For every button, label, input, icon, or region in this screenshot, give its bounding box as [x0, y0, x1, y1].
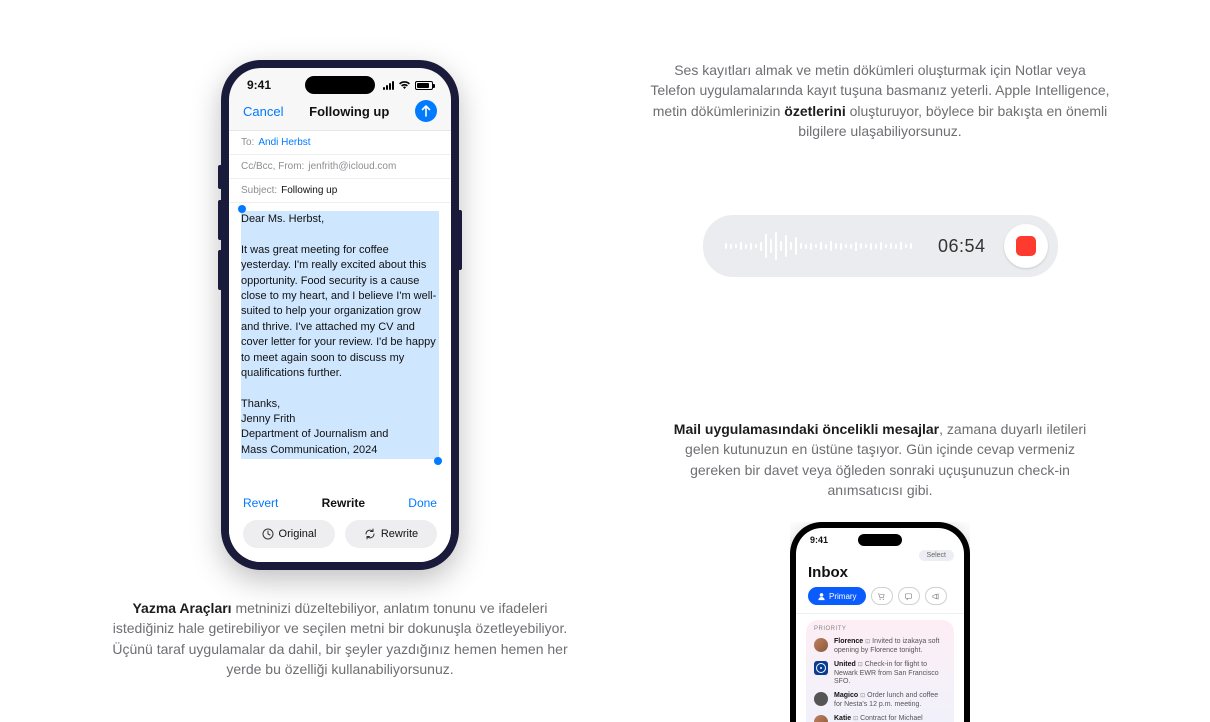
cancel-button[interactable]: Cancel — [243, 104, 283, 119]
rewrite-chip[interactable]: Rewrite — [345, 520, 437, 548]
phone-mockup-inbox-clip: 9:41 Select Inbox Primary PRIORITY — [790, 522, 970, 722]
body-main: It was great meeting for coffee yesterda… — [241, 244, 436, 379]
message-from: United — [834, 661, 856, 668]
dynamic-island — [305, 76, 375, 94]
stop-record-button[interactable] — [1004, 224, 1048, 268]
body-signoff: Thanks, Jenny Frith Department of Journa… — [241, 398, 388, 456]
clock-icon — [262, 528, 274, 540]
phone-mockup-inbox: 9:41 Select Inbox Primary PRIORITY — [790, 522, 970, 722]
body-greeting: Dear Ms. Herbst, — [241, 213, 324, 225]
avatar — [814, 715, 828, 722]
status-icons — [383, 80, 433, 90]
priority-message[interactable]: Florence ⊡ Invited to izakaya soft openi… — [814, 635, 946, 658]
filter-news[interactable] — [898, 587, 920, 605]
selection-handle-end[interactable] — [434, 457, 442, 465]
signal-icon — [383, 81, 394, 90]
priority-label: PRIORITY — [814, 626, 946, 632]
to-field[interactable]: To: Andi Herbst — [229, 131, 451, 155]
caption-recordings-bold: özetlerini — [784, 103, 845, 119]
priority-message[interactable]: Katie ⊡ Contract for Michael Robinson's … — [814, 712, 946, 722]
to-label: To: — [241, 137, 254, 148]
caption-recordings: Ses kayıtları almak ve metin dökümleri o… — [650, 60, 1110, 141]
message-body: Magico ⊡ Order lunch and coffee for Nest… — [834, 692, 946, 709]
recorder-widget: 06:54 — [703, 215, 1058, 277]
message-body: Katie ⊡ Contract for Michael Robinson's … — [834, 715, 946, 722]
message-body[interactable]: Dear Ms. Herbst, It was great meeting fo… — [229, 203, 451, 486]
status-time: 9:41 — [247, 78, 271, 92]
caption-writing-tools-bold: Yazma Araçları — [132, 600, 231, 616]
filter-primary[interactable]: Primary — [808, 587, 866, 605]
select-button[interactable]: Select — [919, 550, 954, 561]
stop-icon — [1016, 236, 1036, 256]
cc-label: Cc/Bcc, From: — [241, 161, 304, 172]
caption-writing-tools: Yazma Araçları metninizi düzeltebiliyor,… — [110, 598, 570, 679]
rewrite-toolbar: Revert Rewrite Done — [229, 486, 451, 520]
cc-value: jenfrith@icloud.com — [308, 161, 396, 172]
filter-cart[interactable] — [871, 587, 893, 605]
phone-mockup-mail: 9:41 Cancel Following up To: Andi Herbst — [221, 60, 459, 570]
megaphone-icon — [931, 592, 940, 601]
person-icon — [817, 592, 826, 601]
priority-card: PRIORITY Florence ⊡ Invited to izakaya s… — [806, 620, 954, 722]
original-chip[interactable]: Original — [243, 520, 335, 548]
compose-nav: Cancel Following up — [229, 94, 451, 131]
cc-field[interactable]: Cc/Bcc, From: jenfrith@icloud.com — [229, 155, 451, 179]
subject-field[interactable]: Subject: Following up — [229, 179, 451, 203]
battery-icon — [415, 81, 433, 90]
waveform — [725, 231, 920, 261]
rewrite-label: Rewrite — [381, 528, 418, 540]
message-from: Magico — [834, 692, 858, 699]
chat-icon — [904, 592, 913, 601]
avatar — [814, 692, 828, 706]
phone-screen: 9:41 Cancel Following up To: Andi Herbst — [229, 68, 451, 562]
to-value: Andi Herbst — [258, 137, 310, 148]
avatar — [814, 638, 828, 652]
compose-title: Following up — [309, 104, 389, 119]
done-button[interactable]: Done — [408, 496, 437, 510]
inbox-screen: 9:41 Select Inbox Primary PRIORITY — [796, 528, 964, 722]
rewrite-title: Rewrite — [322, 496, 365, 510]
message-from: Katie — [834, 715, 851, 722]
inbox-filters: Primary — [796, 587, 964, 611]
message-body: United ⊡ Check-in for flight to Newark E… — [834, 661, 946, 686]
left-column: 9:41 Cancel Following up To: Andi Herbst — [110, 60, 570, 679]
avatar — [814, 661, 828, 675]
filter-flag[interactable] — [925, 587, 947, 605]
caption-priority-mail: Mail uygulamasındaki öncelikli mesajlar,… — [660, 419, 1100, 500]
message-body: Florence ⊡ Invited to izakaya soft openi… — [834, 638, 946, 655]
filter-primary-label: Primary — [829, 592, 857, 601]
right-column: Ses kayıtları almak ve metin dökümleri o… — [600, 60, 1160, 722]
selected-text: Dear Ms. Herbst, It was great meeting fo… — [241, 211, 439, 459]
status-time: 9:41 — [810, 535, 828, 545]
send-button[interactable] — [415, 100, 437, 122]
priority-message[interactable]: Magico ⊡ Order lunch and coffee for Nest… — [814, 689, 946, 712]
wifi-icon — [398, 80, 411, 90]
caption-priority-mail-bold: Mail uygulamasındaki öncelikli mesajlar — [674, 421, 939, 437]
selection-handle-start[interactable] — [238, 205, 246, 213]
subject-value: Following up — [281, 185, 337, 196]
recording-time: 06:54 — [938, 236, 986, 257]
cart-icon — [877, 592, 886, 601]
original-label: Original — [279, 528, 317, 540]
message-from: Florence — [834, 638, 863, 645]
revert-button[interactable]: Revert — [243, 496, 278, 510]
refresh-icon — [364, 528, 376, 540]
rewrite-chips: Original Rewrite — [229, 520, 451, 562]
dynamic-island — [858, 534, 902, 546]
subject-label: Subject: — [241, 185, 277, 196]
priority-message[interactable]: United ⊡ Check-in for flight to Newark E… — [814, 658, 946, 689]
